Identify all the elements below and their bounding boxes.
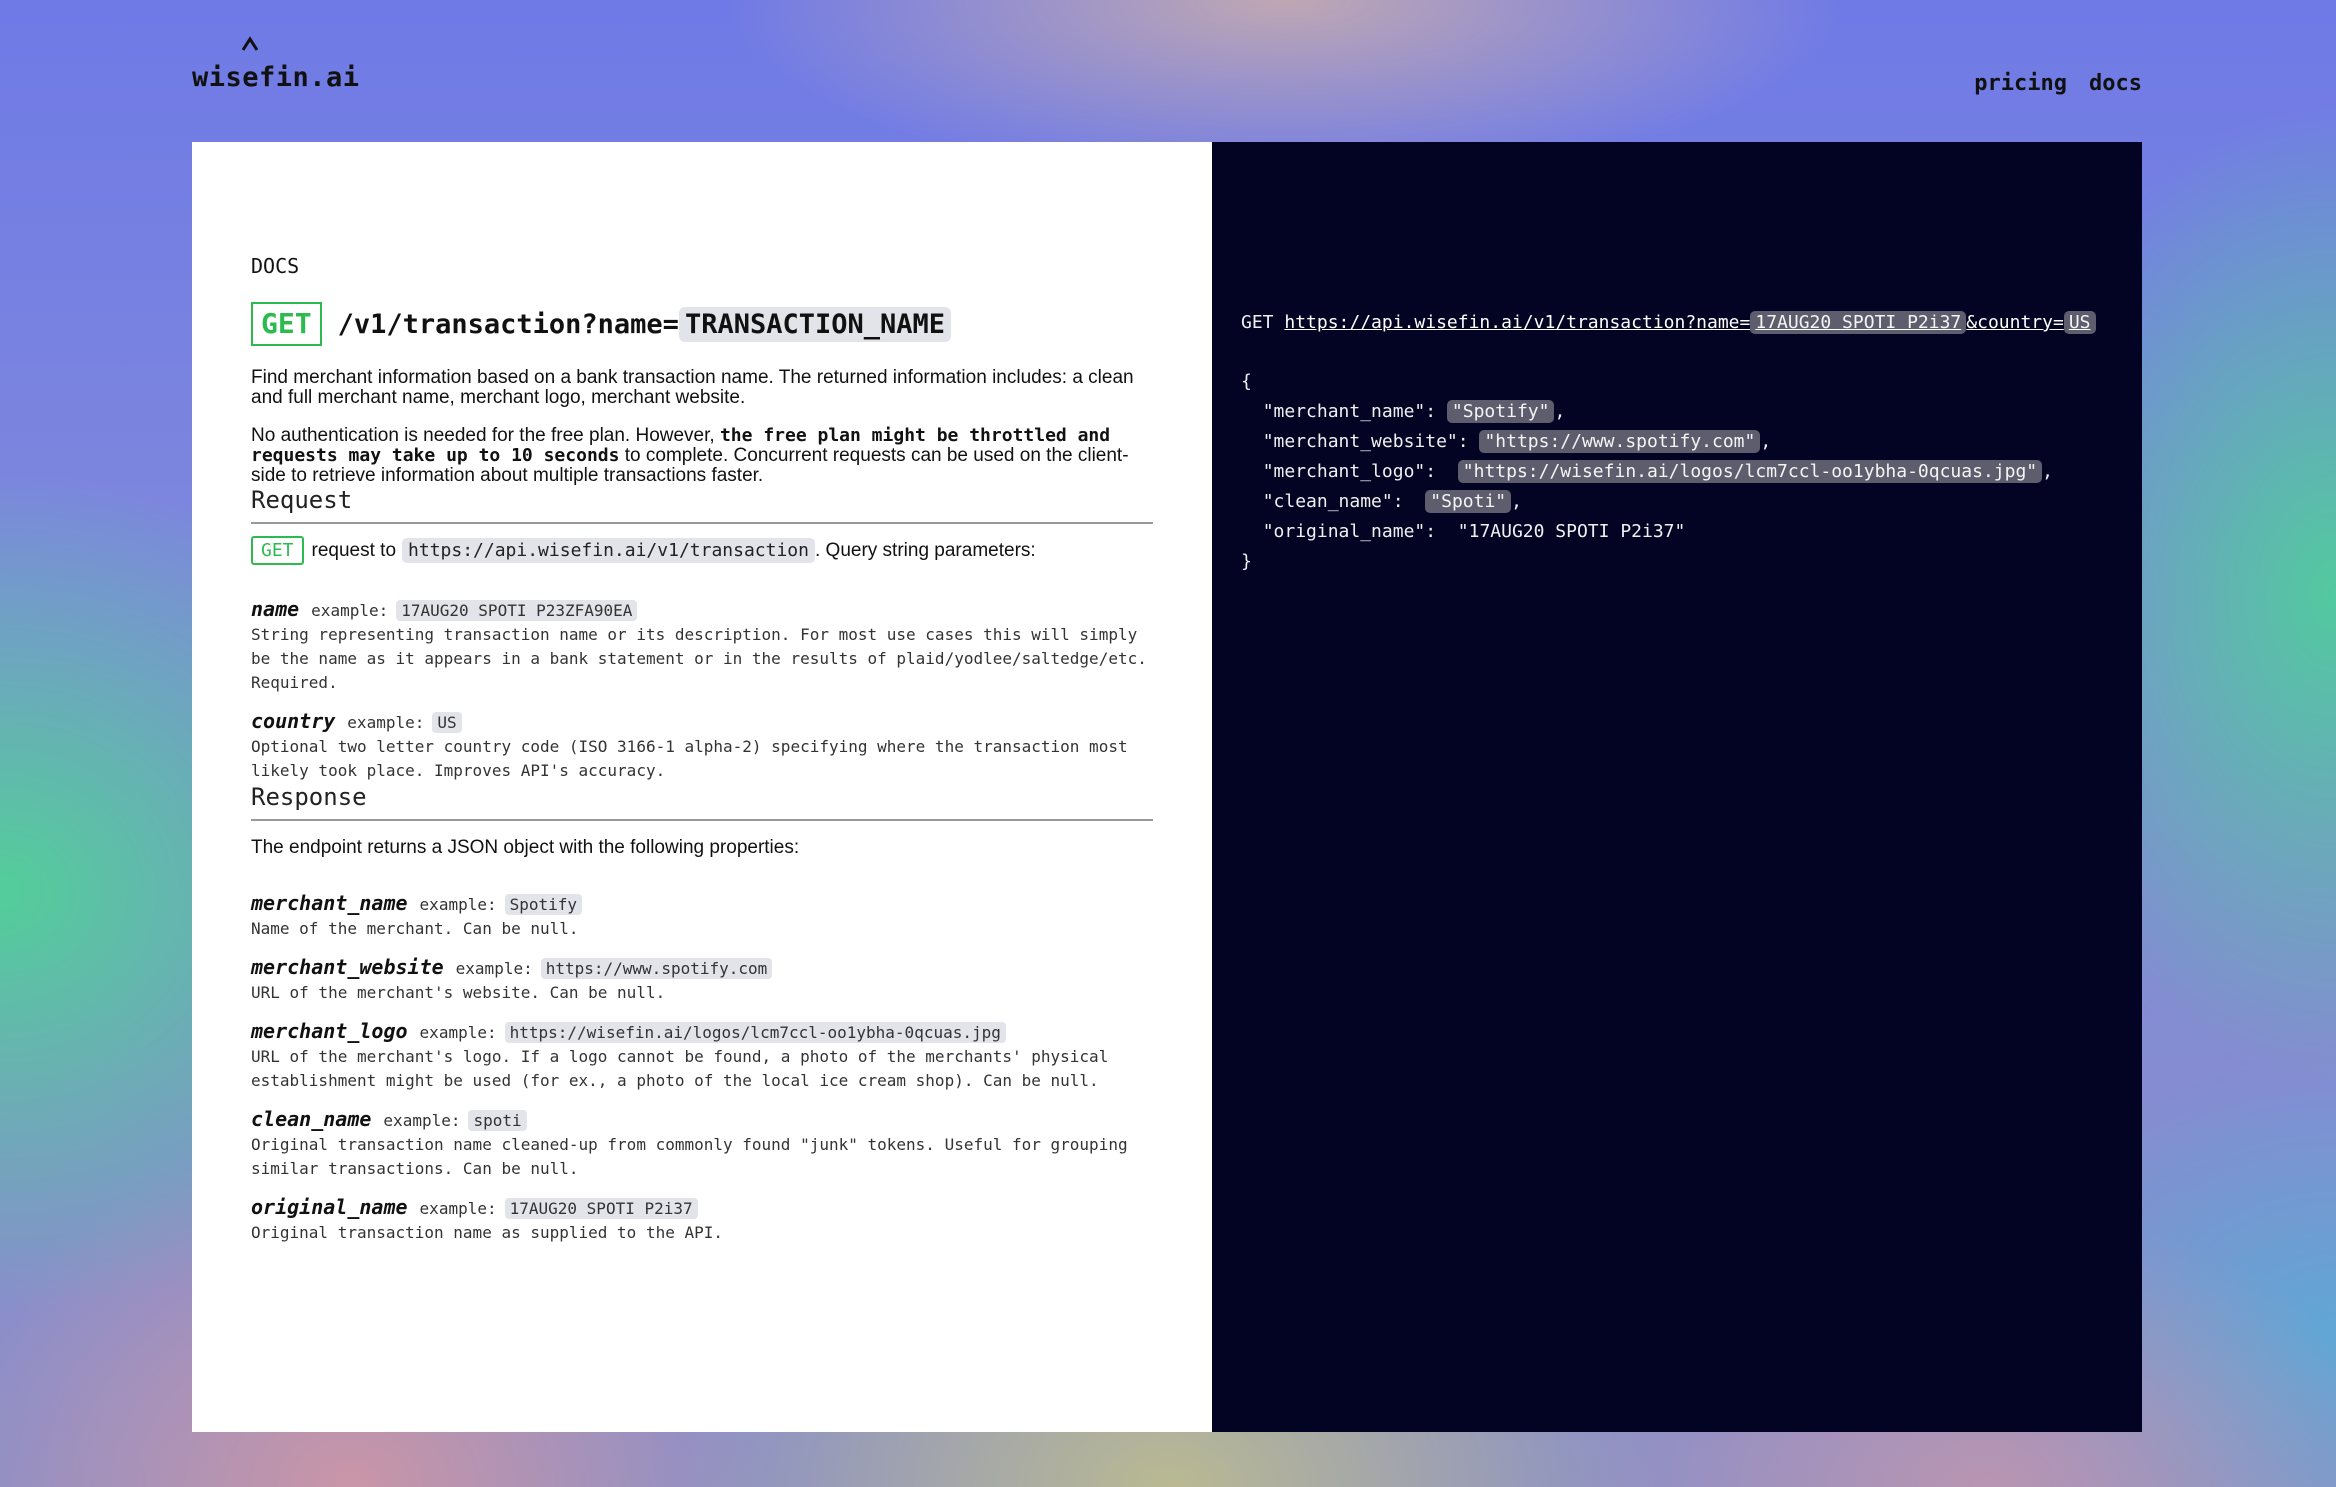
prop-merchant-logo: merchant_logo example: https://wisefin.a… xyxy=(251,1019,1153,1093)
example-label: example: xyxy=(347,713,425,732)
example-label: example: xyxy=(383,1111,461,1130)
example-url-country-key: &country= xyxy=(1966,312,2064,333)
request-text-after: . Query string parameters: xyxy=(814,539,1036,561)
json-value: "https://www.spotify.com" xyxy=(1479,430,1761,453)
prop-description: URL of the merchant's logo. If a logo ca… xyxy=(251,1047,1109,1090)
prop-description: Name of the merchant. Can be null. xyxy=(251,919,579,938)
json-comma: , xyxy=(1554,401,1566,422)
auth-note: No authentication is needed for the free… xyxy=(251,426,1153,486)
example-label: example: xyxy=(419,895,497,914)
example-request-url[interactable]: https://api.wisefin.ai/v1/transaction?na… xyxy=(1284,311,2096,334)
example-value: US xyxy=(432,712,462,733)
example-label: example: xyxy=(455,959,533,978)
example-label: example: xyxy=(419,1199,497,1218)
json-close-brace: } xyxy=(1241,551,1252,572)
example-value: https://wisefin.ai/logos/lcm7ccl-oo1ybha… xyxy=(504,1022,1006,1043)
prop-description: Original transaction name cleaned-up fro… xyxy=(251,1135,1128,1178)
example-request-line: GET https://api.wisefin.ai/v1/transactio… xyxy=(1241,311,2113,334)
prop-label: merchant_name xyxy=(251,891,408,915)
example-url-base: https://api.wisefin.ai/v1/transaction?na… xyxy=(1284,312,1751,333)
json-key: "clean_name": xyxy=(1262,491,1404,512)
example-url-country: US xyxy=(2063,311,2096,334)
example-value: Spotify xyxy=(504,894,583,915)
endpoint-title: GET /v1/transaction?name= TRANSACTION_NAM… xyxy=(251,302,1153,346)
example-label: example: xyxy=(419,1023,497,1042)
request-text-before: request to xyxy=(311,539,397,561)
example-value: https://www.spotify.com xyxy=(540,958,773,979)
json-key: "merchant_logo": xyxy=(1262,461,1437,482)
example-value: spoti xyxy=(468,1110,527,1131)
prop-description: URL of the merchant's website. Can be nu… xyxy=(251,983,666,1002)
json-comma: , xyxy=(2042,461,2053,482)
json-value: "Spoti" xyxy=(1425,490,1512,513)
top-nav: pricing docs xyxy=(1974,71,2142,96)
docs-section-label: DOCS xyxy=(251,254,300,278)
json-value: "https://wisefin.ai/logos/lcm7ccl-oo1ybh… xyxy=(1457,460,2043,483)
request-url: https://api.wisefin.ai/v1/transaction xyxy=(402,538,815,563)
example-json-response: { "merchant_name": "Spotify", "merchant_… xyxy=(1241,367,2113,577)
prop-clean-name: clean_name example: spoti Original trans… xyxy=(251,1107,1153,1181)
json-key: "original_name": xyxy=(1262,521,1437,542)
json-comma: , xyxy=(1760,431,1772,452)
example-method: GET xyxy=(1241,312,1274,333)
docs-panel: DOCS GET /v1/transaction?name= TRANSACTIO… xyxy=(192,142,1212,1432)
param-name: name example: 17AUG20 SPOTI P23ZFA90EA S… xyxy=(251,597,1153,695)
request-method-badge: GET xyxy=(251,536,304,565)
param-description: Optional two letter country code (ISO 31… xyxy=(251,737,1128,780)
json-key: "merchant_website": xyxy=(1262,431,1469,452)
auth-note-before: No authentication is needed for the free… xyxy=(251,425,720,446)
example-value: 17AUG20 SPOTI P23ZFA90EA xyxy=(396,600,638,621)
response-intro: The endpoint returns a JSON object with … xyxy=(251,837,800,858)
json-key: "merchant_name": xyxy=(1262,401,1437,422)
request-heading: Request xyxy=(251,486,1153,524)
prop-label: merchant_logo xyxy=(251,1019,408,1043)
caret-icon xyxy=(242,36,258,51)
param-description: String representing transaction name or … xyxy=(251,625,1147,692)
nav-docs[interactable]: docs xyxy=(2089,71,2142,96)
json-value: "Spotify" xyxy=(1446,400,1555,423)
nav-pricing[interactable]: pricing xyxy=(1974,71,2067,96)
json-open-brace: { xyxy=(1241,371,1252,392)
endpoint-path: /v1/transaction?name= TRANSACTION_NAME xyxy=(337,306,952,342)
example-url-name: 17AUG20 SPOTI P2i37 xyxy=(1750,311,1967,334)
prop-label: original_name xyxy=(251,1195,408,1219)
logo[interactable]: wisefin.ai xyxy=(192,36,360,93)
param-label: country xyxy=(251,709,336,733)
prop-label: clean_name xyxy=(251,1107,372,1131)
code-example-panel: GET https://api.wisefin.ai/v1/transactio… xyxy=(1212,142,2142,1432)
endpoint-path-text: /v1/transaction?name= xyxy=(337,308,679,340)
endpoint-path-param: TRANSACTION_NAME xyxy=(678,306,952,342)
json-comma: , xyxy=(1511,491,1522,512)
prop-label: merchant_website xyxy=(251,955,444,979)
prop-merchant-website: merchant_website example: https://www.sp… xyxy=(251,955,1153,1005)
endpoint-description: Find merchant information based on a ban… xyxy=(251,367,1134,408)
prop-original-name: original_name example: 17AUG20 SPOTI P2i… xyxy=(251,1195,1153,1245)
response-heading: Response xyxy=(251,783,1153,821)
example-value: 17AUG20 SPOTI P2i37 xyxy=(504,1198,698,1219)
prop-description: Original transaction name as supplied to… xyxy=(251,1223,724,1242)
example-label: example: xyxy=(311,601,389,620)
param-country: country example: US Optional two letter … xyxy=(251,709,1153,783)
param-label: name xyxy=(251,597,300,621)
json-value: "17AUG20 SPOTI P2i37" xyxy=(1457,521,1686,542)
request-line: GET request to https://api.wisefin.ai/v1… xyxy=(251,536,1153,565)
prop-merchant-name: merchant_name example: Spotify Name of t… xyxy=(251,891,1153,941)
logo-text: wisefin.ai xyxy=(192,62,360,93)
method-badge: GET xyxy=(251,302,322,346)
